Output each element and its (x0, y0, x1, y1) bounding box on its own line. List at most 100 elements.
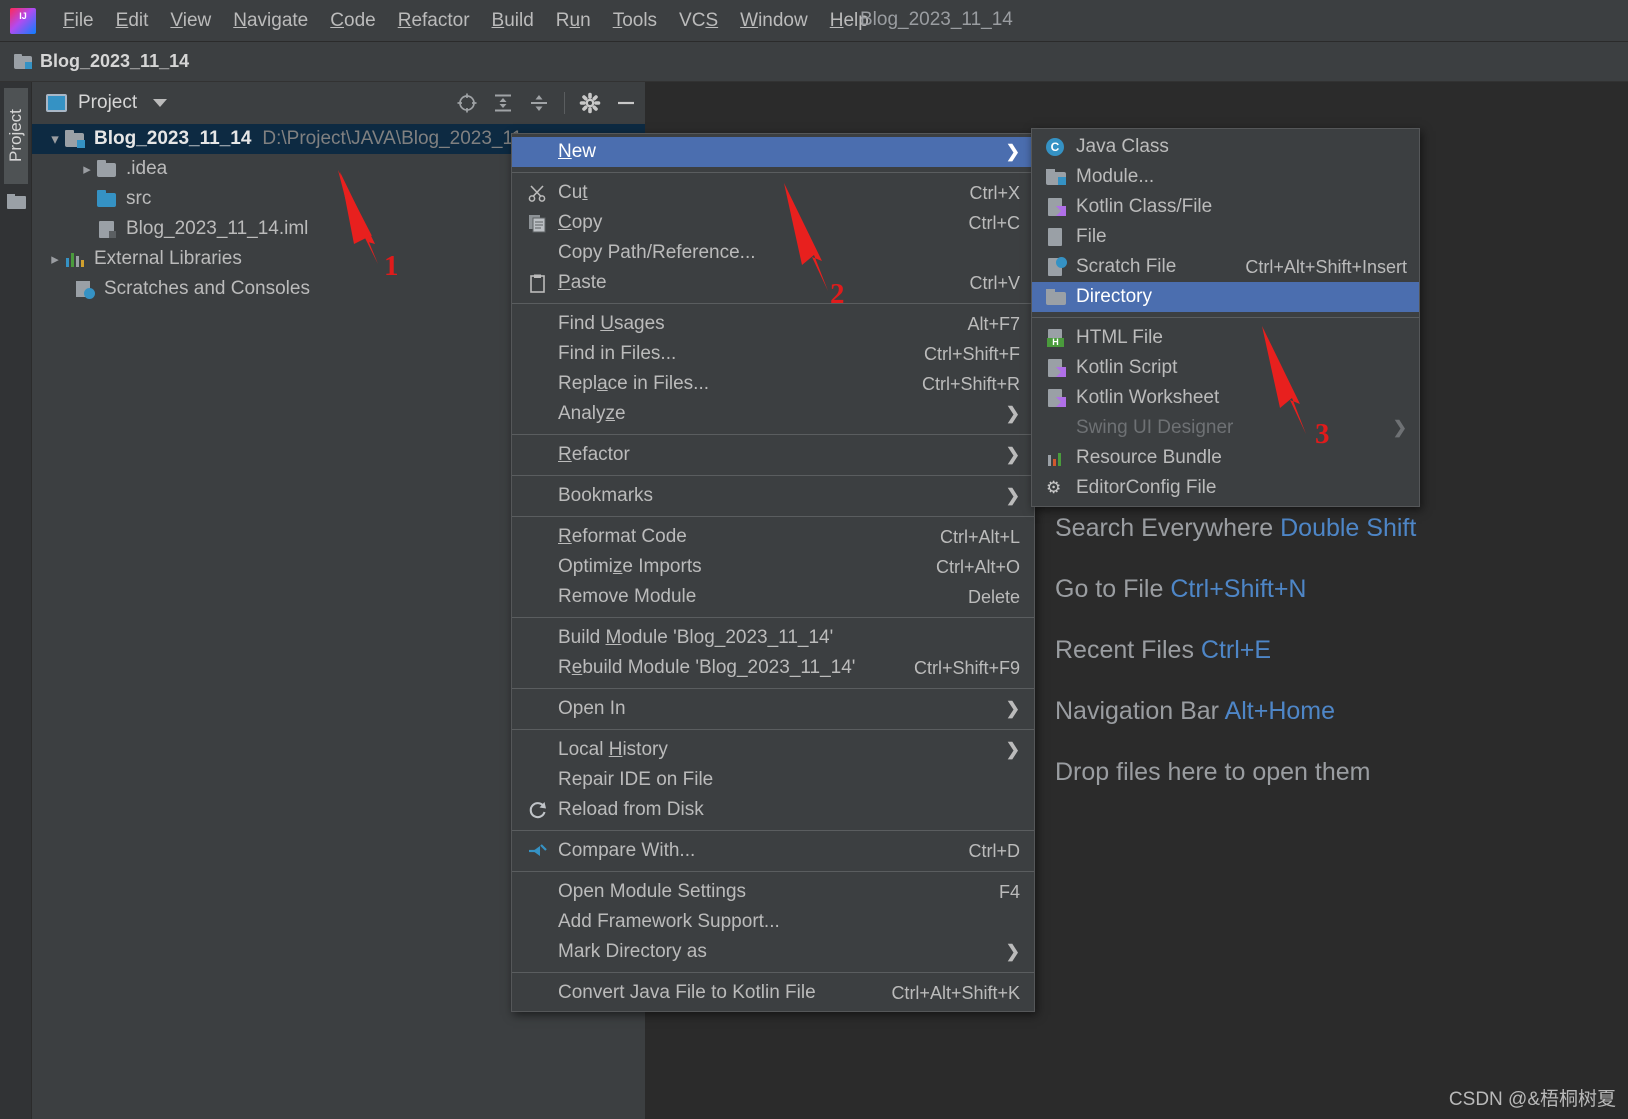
expand-all-icon[interactable] (492, 92, 514, 114)
menu-item-reload-from-disk[interactable]: Reload from Disk (512, 795, 1034, 825)
locate-icon[interactable] (456, 92, 478, 114)
menubar-item-tools[interactable]: Tools (602, 6, 668, 36)
menu-item-shortcut: Delete (967, 586, 1020, 607)
menu-item-label: Find in Files... (558, 343, 677, 364)
menu-item-shortcut: Ctrl+D (968, 840, 1020, 861)
hide-icon[interactable] (615, 92, 637, 114)
menu-item-local-history[interactable]: Local History ❯ (512, 735, 1034, 765)
menubar-item-view[interactable]: View (159, 6, 222, 36)
menubar-item-run[interactable]: Run (545, 6, 602, 36)
menu-item-copy[interactable]: Copy Ctrl+C (512, 208, 1034, 238)
menu-item-label: Add Framework Support... (558, 911, 780, 932)
submenu-item-kotlin-script[interactable]: Kotlin Script (1032, 353, 1419, 383)
menubar-item-navigate[interactable]: Navigate (222, 6, 319, 36)
chevron-expanded-icon[interactable]: ▾ (46, 130, 64, 148)
menu-item-repair-ide-on-file[interactable]: Repair IDE on File (512, 765, 1034, 795)
tool-window-header: Project (32, 82, 645, 124)
menu-item-label: Repair IDE on File (558, 769, 714, 790)
menu-item-add-framework-support[interactable]: Add Framework Support... (512, 907, 1034, 937)
submenu-item-editorconfig-file[interactable]: ⚙ EditorConfig File (1032, 473, 1419, 503)
menubar-item-edit[interactable]: Edit (105, 6, 160, 36)
menu-item-analyze[interactable]: Analyze ❯ (512, 399, 1034, 429)
submenu-item-java-class[interactable]: C Java Class (1032, 132, 1419, 162)
menu-item-copy-path-reference[interactable]: Copy Path/Reference... (512, 238, 1034, 268)
menu-separator (512, 871, 1034, 872)
chevron-down-icon[interactable] (153, 99, 168, 107)
rail-button-project[interactable]: Project (4, 88, 28, 184)
collapse-all-icon[interactable] (528, 92, 550, 114)
menu-item-remove-module[interactable]: Remove Module Delete (512, 582, 1034, 612)
menu-item-shortcut: Ctrl+Shift+F9 (913, 657, 1020, 678)
menu-item-label: Paste (558, 272, 607, 293)
chevron-right-icon: ❯ (1005, 942, 1020, 961)
menubar-item-file[interactable]: File (52, 6, 105, 36)
editor-hint-navigation-bar: Navigation Bar Alt+Home (1055, 697, 1615, 726)
submenu-item-kotlin-class-file[interactable]: Kotlin Class/File (1032, 192, 1419, 222)
submenu-item-scratch-file[interactable]: Scratch File Ctrl+Alt+Shift+Insert (1032, 252, 1419, 282)
tool-window-title: Project (78, 92, 138, 113)
menu-item-bookmarks[interactable]: Bookmarks ❯ (512, 481, 1034, 511)
editor-hint-label: Navigation Bar (1055, 697, 1219, 725)
menu-item-rebuild-module-blog-2023-11-14[interactable]: Rebuild Module 'Blog_2023_11_14' Ctrl+Shi… (512, 653, 1034, 683)
menubar-item-vcs[interactable]: VCS (668, 6, 729, 36)
tree-indent-spacer: ▸ (78, 190, 96, 208)
project-name-bar: Blog_2023_11_14 (0, 42, 1628, 82)
menu-item-label: Remove Module (558, 586, 697, 607)
menu-item-label: Find Usages (558, 313, 665, 334)
menubar-item-code[interactable]: Code (319, 6, 386, 36)
chevron-right-icon[interactable]: ▸ (78, 160, 96, 178)
submenu-item-html-file[interactable]: H HTML File (1032, 323, 1419, 353)
menu-item-refactor[interactable]: Refactor ❯ (512, 440, 1034, 470)
menu-item-replace-in-files[interactable]: Replace in Files... Ctrl+Shift+R (512, 369, 1034, 399)
menu-item-label: Reformat Code (558, 526, 687, 547)
module-folder-icon (64, 129, 86, 149)
menu-item-cut[interactable]: Cut Ctrl+X (512, 178, 1034, 208)
submenu-item-label: Kotlin Script (1076, 357, 1178, 378)
menubar-item-build[interactable]: Build (481, 6, 545, 36)
submenu-item-resource-bundle[interactable]: Resource Bundle (1032, 443, 1419, 473)
menu-item-convert-java-file-to-kotlin-file[interactable]: Convert Java File to Kotlin File Ctrl+Alt… (512, 978, 1034, 1008)
menu-item-label: Reload from Disk (558, 799, 704, 820)
submenu-item-label: Kotlin Worksheet (1076, 387, 1220, 408)
menu-item-label: Bookmarks (558, 485, 654, 506)
rail-folder-icon[interactable] (7, 194, 26, 209)
submenu-item-kotlin-worksheet[interactable]: Kotlin Worksheet (1032, 383, 1419, 413)
editor-hint-shortcut: Double Shift (1280, 514, 1417, 542)
menu-item-open-in[interactable]: Open In ❯ (512, 694, 1034, 724)
menu-item-label: Optimize Imports (558, 556, 702, 577)
submenu-item-directory[interactable]: Directory (1032, 282, 1419, 312)
editor-shortcut-hints: Search Everywhere Double Shift Go to File… (1055, 514, 1615, 819)
editor-hint-drop-files-here-to-open-them: Drop files here to open them (1055, 758, 1615, 787)
submenu-item-shortcut: Ctrl+Alt+Shift+Insert (1245, 256, 1407, 277)
menu-item-paste[interactable]: Paste Ctrl+V (512, 268, 1034, 298)
menubar-item-refactor[interactable]: Refactor (387, 6, 481, 36)
menu-item-mark-directory-as[interactable]: Mark Directory as ❯ (512, 937, 1034, 967)
menu-item-find-usages[interactable]: Find Usages Alt+F7 (512, 309, 1034, 339)
chevron-right-icon[interactable]: ▸ (46, 250, 64, 268)
menu-item-reformat-code[interactable]: Reformat Code Ctrl+Alt+L (512, 522, 1034, 552)
reload-icon (528, 800, 552, 820)
annotation-number-1: 1 (384, 250, 399, 282)
submenu-item-file[interactable]: File (1032, 222, 1419, 252)
menu-item-optimize-imports[interactable]: Optimize Imports Ctrl+Alt+O (512, 552, 1034, 582)
menu-item-label: Rebuild Module 'Blog_2023_11_14' (558, 657, 856, 678)
menu-item-label: Compare With... (558, 840, 696, 861)
menu-item-find-in-files[interactable]: Find in Files... Ctrl+Shift+F (512, 339, 1034, 369)
menubar-item-window[interactable]: Window (729, 6, 819, 36)
menu-bar: FileEditViewNavigateCodeRefactorBuildRun… (0, 0, 1628, 42)
submenu-item-module[interactable]: Module... (1032, 162, 1419, 192)
settings-gear-icon[interactable] (579, 92, 601, 114)
context-menu: New ❯ Cut Ctrl+X Copy Ctrl+C Copy Path/Referen… (511, 133, 1035, 1012)
menu-item-shortcut: Ctrl+C (968, 212, 1020, 233)
menu-item-new[interactable]: New ❯ (512, 137, 1034, 167)
editor-hint-shortcut: Alt+Home (1224, 697, 1336, 725)
submenu-item-label: Resource Bundle (1076, 447, 1222, 468)
submenu-item-swing-ui-designer: Swing UI Designer ❯ (1032, 413, 1419, 443)
tree-label: Scratches and Consoles (104, 278, 310, 299)
menu-item-compare-with[interactable]: Compare With... Ctrl+D (512, 836, 1034, 866)
iml-file-icon (96, 220, 118, 239)
menu-item-build-module-blog-2023-11-14[interactable]: Build Module 'Blog_2023_11_14' (512, 623, 1034, 653)
menu-item-open-module-settings[interactable]: Open Module Settings F4 (512, 877, 1034, 907)
menu-item-label: Mark Directory as (558, 941, 707, 962)
menu-item-label: Refactor (558, 444, 630, 465)
